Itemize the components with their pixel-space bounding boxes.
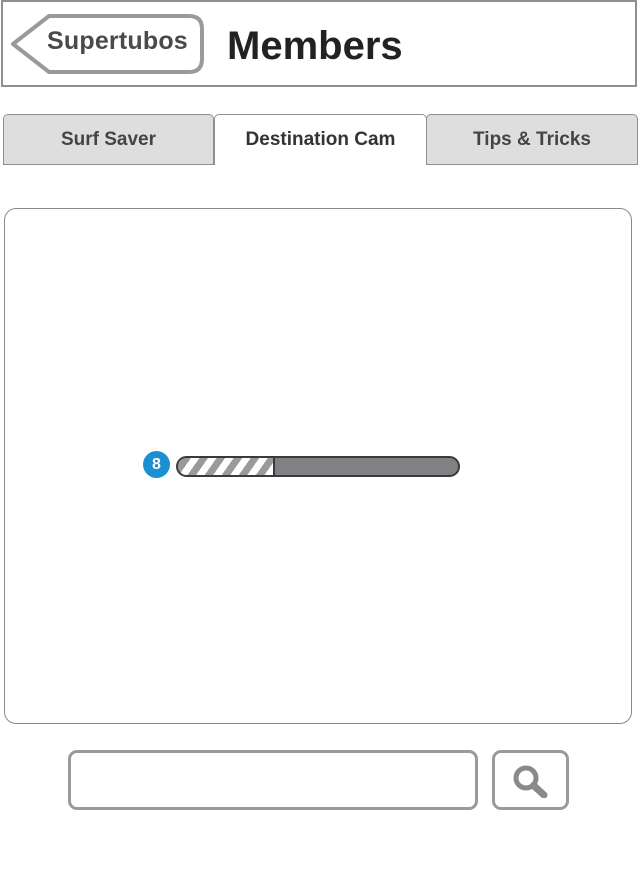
- app-header: Supertubos Members: [1, 0, 637, 87]
- search-icon: [513, 765, 548, 798]
- back-button-label: Supertubos: [47, 27, 188, 55]
- search-button[interactable]: [492, 750, 569, 810]
- tab-divider: [427, 164, 638, 165]
- tab-destination-cam[interactable]: Destination Cam: [214, 114, 427, 165]
- page-title: Members: [227, 24, 403, 68]
- search-input[interactable]: [68, 750, 478, 810]
- tab-divider: [3, 164, 214, 165]
- tab-label: Surf Saver: [60, 129, 157, 150]
- progress-fill: [178, 458, 276, 475]
- tab-bar: Surf Saver Destination Cam Tips & Tricks: [3, 114, 639, 166]
- tab-tips-and-tricks[interactable]: Tips & Tricks: [426, 114, 638, 165]
- loading-progress-bar: [176, 456, 460, 477]
- tab-surf-saver[interactable]: Surf Saver: [3, 114, 214, 165]
- back-button[interactable]: Supertubos: [9, 13, 205, 75]
- tab-label: Destination Cam: [245, 129, 396, 150]
- tab-label: Tips & Tricks: [473, 129, 591, 150]
- step-badge: 8: [143, 451, 170, 478]
